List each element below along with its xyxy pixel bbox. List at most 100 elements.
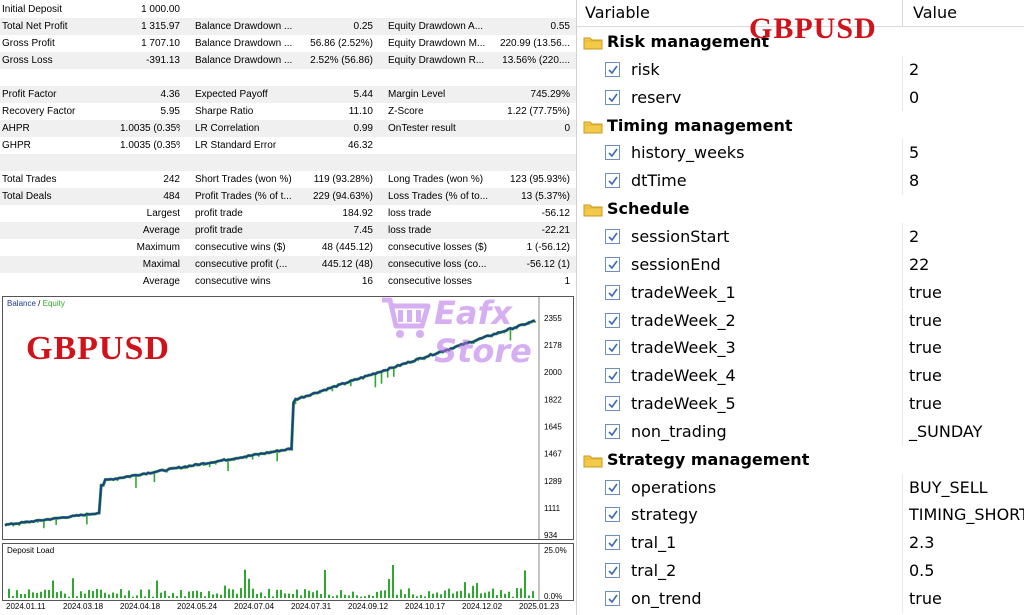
parameter-value[interactable]: true [909, 279, 942, 306]
parameter-value[interactable]: true [909, 390, 942, 417]
report-value: 13.56% (220.... [502, 55, 570, 66]
input-parameter-row[interactable]: strategy TIMING_SHORT [577, 501, 1024, 530]
checkmark-icon [608, 566, 618, 576]
parameter-checkbox[interactable] [605, 423, 620, 439]
parameter-checkbox[interactable] [605, 396, 620, 412]
report-value [496, 137, 570, 154]
report-label: Equity Drawdown A... [388, 21, 484, 32]
column-variable[interactable]: Variable [585, 0, 650, 27]
report-value: 484 [163, 191, 180, 202]
parameter-value[interactable]: 0.5 [909, 557, 934, 584]
date-tick-label: 2024.04.18 [120, 602, 161, 611]
parameter-value[interactable]: 2 [909, 223, 919, 250]
parameter-value[interactable]: 2.3 [909, 529, 934, 556]
input-parameter-row[interactable]: tradeWeek_5 true [577, 390, 1024, 418]
parameter-value[interactable]: true [909, 334, 942, 361]
input-group-row[interactable]: Timing management [577, 112, 1024, 140]
report-value: 1.0035 (0.35%) [120, 123, 180, 134]
input-parameter-row[interactable]: dtTime 8 [577, 167, 1024, 196]
report-label: Sharpe Ratio [195, 106, 254, 117]
parameter-checkbox[interactable] [605, 479, 620, 495]
report-value [120, 69, 180, 86]
input-parameter-row[interactable]: tradeWeek_4 true [577, 362, 1024, 390]
report-label: consecutive wins ($) [195, 242, 286, 253]
input-parameter-row[interactable]: reserv 0 [577, 83, 1024, 112]
y-tick-label: 934 [544, 531, 558, 540]
parameter-checkbox[interactable] [605, 340, 620, 356]
input-parameter-row[interactable]: tral_1 2.3 [577, 529, 1024, 558]
parameter-checkbox[interactable] [605, 563, 620, 579]
report-label: Equity Drawdown M... [388, 38, 486, 49]
folder-icon [583, 455, 603, 468]
input-parameter-row[interactable]: operations BUY_SELL [577, 473, 1024, 502]
input-parameter-row[interactable]: non_trading _SUNDAY [577, 417, 1024, 446]
parameter-checkbox[interactable] [605, 535, 620, 551]
parameter-checkbox[interactable] [605, 312, 620, 328]
input-parameter-row[interactable]: sessionStart 2 [577, 222, 1024, 251]
parameter-value[interactable]: _SUNDAY [909, 418, 982, 445]
parameter-checkbox[interactable] [605, 145, 620, 161]
date-tick-label: 2024.10.17 [405, 602, 446, 611]
report-value [496, 69, 570, 86]
input-parameter-row[interactable]: on_trend true [577, 585, 1024, 613]
folder-icon [583, 204, 603, 217]
input-parameter-row[interactable]: tradeWeek_2 true [577, 306, 1024, 335]
input-parameter-row[interactable]: risk 2 [577, 55, 1024, 84]
deposit-y-tick: 25.0% [544, 546, 567, 555]
parameter-value[interactable]: true [909, 307, 942, 334]
report-value: 0.25 [353, 21, 373, 32]
report-row: Profit Factor 4.36 Expected Payoff 5.44 Marg… [0, 86, 576, 103]
report-row: Gross Profit 1 707.10 Balance Drawdown ...… [0, 35, 576, 52]
gbpusd-overlay-right: GBPUSD [749, 12, 877, 45]
parameter-value[interactable]: TIMING_SHORT [909, 501, 1024, 528]
report-value: 5.95 [160, 106, 180, 117]
parameter-checkbox[interactable] [605, 173, 620, 189]
report-row: Total Trades 242 Short Trades (won %) 119 (… [0, 171, 576, 188]
input-group-row[interactable]: Schedule [577, 195, 1024, 223]
report-value: 220.99 (13.56... [499, 38, 570, 49]
column-value[interactable]: Value [913, 0, 957, 27]
date-tick-label: 2024.05.24 [177, 602, 218, 611]
report-label: AHPR [2, 123, 30, 134]
parameter-value[interactable]: true [909, 585, 942, 612]
y-tick-label: 1822 [544, 395, 562, 404]
parameter-value[interactable]: 0 [909, 84, 919, 111]
input-parameter-row[interactable]: sessionEnd 22 [577, 250, 1024, 279]
parameter-checkbox[interactable] [605, 507, 620, 523]
report-label: Maximum [136, 242, 180, 253]
parameter-checkbox[interactable] [605, 89, 620, 105]
parameter-value[interactable]: 5 [909, 139, 919, 166]
input-parameter-row[interactable]: tradeWeek_1 true [577, 278, 1024, 307]
parameter-checkbox[interactable] [605, 256, 620, 272]
input-group-name: Risk management [607, 32, 770, 51]
parameter-checkbox[interactable] [605, 591, 620, 606]
report-label: Profit Factor [2, 89, 57, 100]
parameter-value[interactable]: 2 [909, 56, 919, 83]
parameter-value[interactable]: 8 [909, 167, 919, 194]
parameter-value[interactable]: 22 [909, 251, 929, 278]
inputs-panel: Variable Value Risk management risk 2 reser… [576, 0, 1024, 615]
report-value: 1 (-56.12) [526, 242, 570, 253]
report-value: 0.55 [550, 21, 570, 32]
parameter-value[interactable]: true [909, 362, 942, 389]
report-label: consecutive profit (... [195, 259, 288, 270]
parameter-name: reserv [631, 87, 682, 107]
y-tick-label: 1467 [544, 450, 562, 459]
input-parameter-row[interactable]: tral_2 0.5 [577, 557, 1024, 585]
report-row: Total Net Profit 1 315.97 Balance Drawdown… [0, 18, 576, 35]
input-parameter-row[interactable]: history_weeks 5 [577, 139, 1024, 168]
report-value: 119 (93.28%) [313, 174, 373, 185]
parameter-checkbox[interactable] [605, 368, 620, 384]
report-label: loss trade [388, 208, 432, 219]
report-value: 0.99 [353, 123, 373, 134]
checkmark-icon [608, 65, 618, 75]
report-label: LR Correlation [195, 123, 260, 134]
input-parameter-row[interactable]: tradeWeek_3 true [577, 334, 1024, 363]
parameter-value[interactable]: BUY_SELL [909, 474, 988, 501]
parameter-checkbox[interactable] [605, 228, 620, 244]
parameter-checkbox[interactable] [605, 61, 620, 77]
report-label: Equity Drawdown R... [388, 55, 485, 66]
input-group-row[interactable]: Strategy management [577, 446, 1024, 474]
report-value: -56.12 (1) [526, 259, 570, 270]
parameter-checkbox[interactable] [605, 284, 620, 300]
